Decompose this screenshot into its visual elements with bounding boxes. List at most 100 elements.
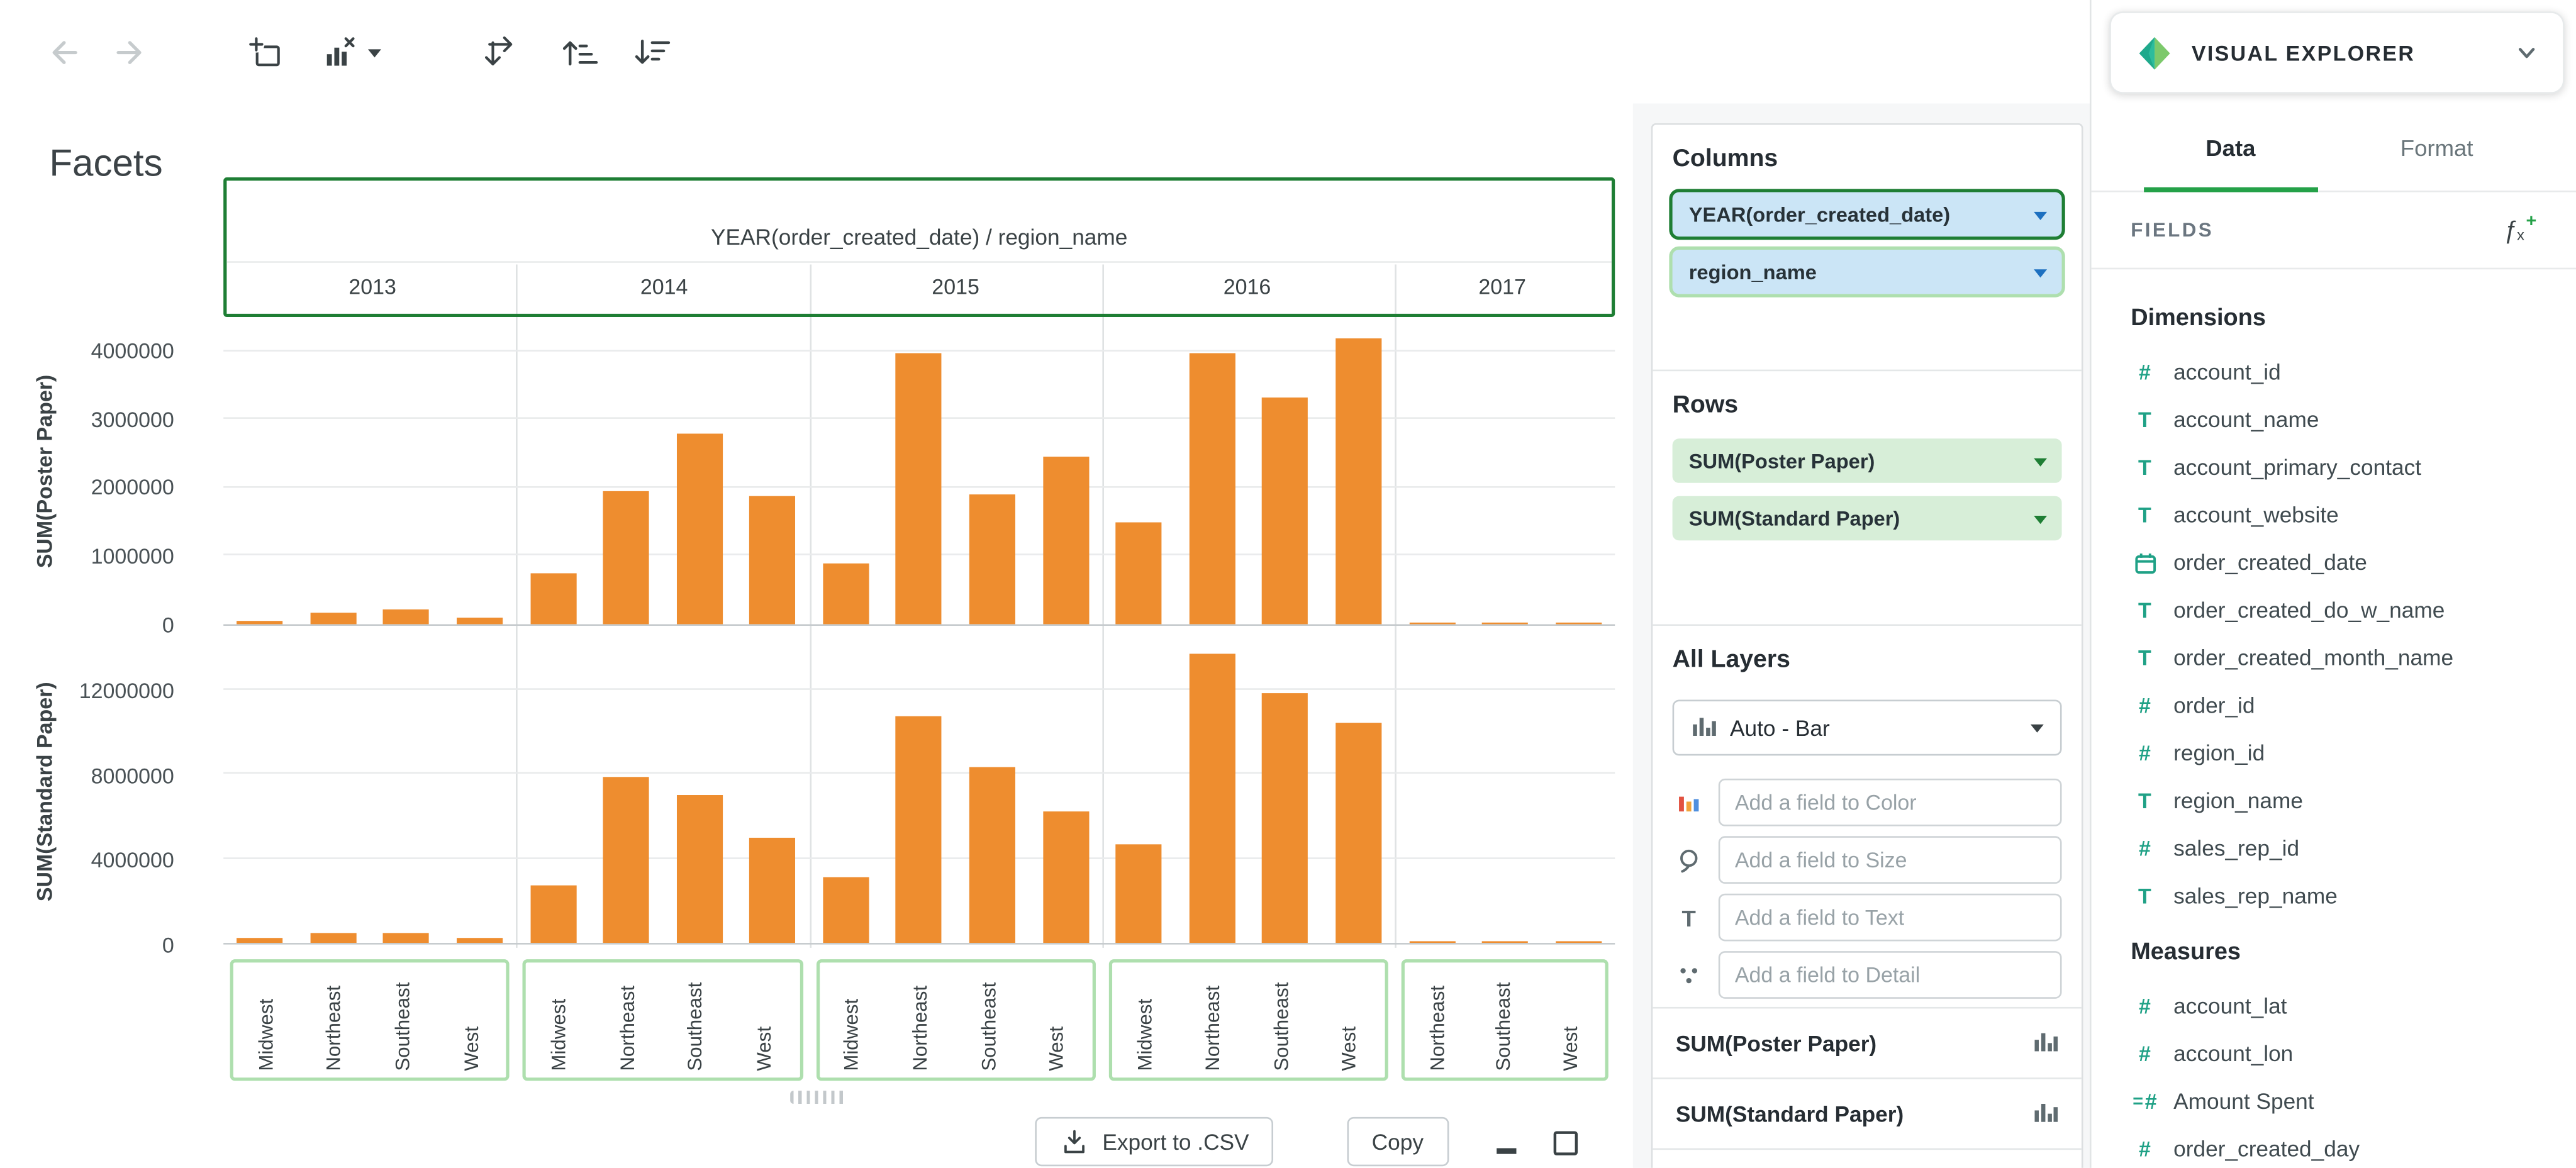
field-item[interactable]: order_created_date — [2092, 539, 2576, 587]
remove-visualization-button[interactable] — [312, 26, 386, 79]
category-header-box[interactable]: Midwest Northeast Southeast West — [230, 959, 510, 1081]
bar[interactable] — [530, 573, 576, 625]
tab-format[interactable]: Format — [2334, 104, 2540, 191]
bar[interactable] — [310, 611, 357, 625]
bar[interactable] — [1555, 623, 1602, 625]
copy-button[interactable]: Copy — [1347, 1116, 1449, 1167]
facet-header-title: YEAR(order_created_date) / region_name — [226, 181, 1612, 263]
bar[interactable] — [237, 938, 283, 943]
field-item[interactable]: Taccount_name — [2092, 396, 2576, 443]
bar[interactable] — [676, 795, 723, 943]
bar[interactable] — [1262, 397, 1308, 625]
bar[interactable] — [749, 496, 796, 625]
bar[interactable] — [823, 877, 869, 943]
bar[interactable] — [1115, 521, 1162, 625]
fields-header: FIELDS ƒ x + — [2091, 192, 2576, 270]
layer-field-sum-standard-paper[interactable]: SUM(Standard Paper) — [1653, 1077, 2082, 1148]
chevron-down-icon[interactable] — [2034, 457, 2048, 466]
bar[interactable] — [1262, 693, 1308, 943]
sort-ascending-button[interactable] — [552, 26, 605, 79]
bar[interactable] — [676, 433, 723, 625]
bar[interactable] — [823, 564, 869, 625]
bar[interactable] — [1408, 622, 1455, 625]
bar[interactable] — [896, 352, 942, 625]
bar[interactable] — [1481, 941, 1529, 943]
field-item[interactable]: # sales_rep_id — [2092, 825, 2576, 872]
facet-header[interactable]: YEAR(order_created_date) / region_name 2… — [223, 177, 1615, 318]
bar[interactable] — [1189, 352, 1235, 625]
row-pill-sum-poster-paper[interactable]: SUM(Poster Paper) — [1672, 438, 2062, 483]
bar[interactable] — [530, 886, 576, 943]
field-item[interactable]: # order_id — [2092, 682, 2576, 730]
undo-button[interactable] — [36, 26, 89, 79]
detail-drop-row: Add a field to Detail — [1673, 951, 2062, 999]
column-pill-year-order-created-date[interactable]: YEAR(order_created_date) — [1672, 192, 2062, 237]
field-item[interactable]: Taccount_website — [2092, 491, 2576, 539]
field-item[interactable]: # account_lon — [2092, 1030, 2576, 1077]
add-visualization-button[interactable] — [240, 26, 293, 79]
text-drop-target[interactable]: Add a field to Text — [1718, 893, 2062, 942]
bar[interactable] — [749, 837, 796, 943]
bar[interactable] — [603, 777, 650, 943]
bar[interactable] — [457, 618, 503, 625]
field-item[interactable]: = # Amount Spent — [2092, 1077, 2576, 1125]
sort-descending-button[interactable] — [624, 26, 677, 79]
color-drop-target[interactable]: Add a field to Color — [1718, 778, 2062, 826]
redo-button[interactable] — [105, 26, 158, 79]
add-calculated-field-icon[interactable]: ƒ x + — [2503, 211, 2536, 244]
bar[interactable] — [1335, 723, 1382, 943]
category-header-box[interactable]: Northeast Southeast West — [1402, 959, 1609, 1081]
facet-year-label[interactable]: 2013 — [226, 263, 518, 311]
swap-axes-button[interactable] — [473, 26, 526, 79]
bar[interactable] — [237, 620, 283, 625]
field-item[interactable]: Taccount_primary_contact — [2092, 443, 2576, 491]
tab-data[interactable]: Data — [2127, 104, 2334, 192]
category-header-box[interactable]: Midwest Northeast Southeast West — [523, 959, 803, 1081]
chevron-down-icon[interactable] — [2034, 211, 2048, 220]
category-header-box[interactable]: Midwest Northeast Southeast West — [1108, 959, 1389, 1081]
layer-field-sum-poster-paper[interactable]: SUM(Poster Paper) — [1653, 1006, 2082, 1077]
field-item[interactable]: Tsales_rep_name — [2092, 872, 2576, 920]
chevron-down-icon[interactable] — [2034, 514, 2048, 523]
bar[interactable] — [603, 491, 650, 625]
bar[interactable] — [1042, 457, 1089, 625]
maximize-button[interactable] — [1546, 1125, 1586, 1161]
bar[interactable] — [1335, 338, 1382, 625]
column-pill-region-name[interactable]: region_name — [1672, 249, 2062, 294]
field-item[interactable]: # account_lat — [2092, 982, 2576, 1030]
bar[interactable] — [1189, 654, 1235, 943]
field-item[interactable]: Torder_created_do_w_name — [2092, 586, 2576, 634]
bar[interactable] — [1555, 942, 1602, 943]
bar[interactable] — [1042, 811, 1089, 943]
facet-year-label[interactable]: 2017 — [1393, 263, 1612, 311]
facet-year-label[interactable]: 2015 — [810, 263, 1101, 311]
bar[interactable] — [457, 937, 503, 943]
bar[interactable] — [1481, 622, 1529, 625]
field-item[interactable]: Torder_created_month_name — [2092, 634, 2576, 682]
bar[interactable] — [896, 716, 942, 943]
facet-year-label[interactable]: 2016 — [1101, 263, 1393, 311]
bar[interactable] — [1408, 941, 1455, 943]
minimize-button[interactable] — [1486, 1125, 1526, 1161]
bar[interactable] — [969, 495, 1016, 625]
field-item[interactable]: # account_id — [2092, 348, 2576, 396]
facet-year-label[interactable]: 2014 — [518, 263, 810, 311]
category-header-box[interactable]: Midwest Northeast Southeast West — [815, 959, 1096, 1081]
bar[interactable] — [969, 767, 1016, 943]
field-item[interactable]: # region_id — [2092, 730, 2576, 777]
size-drop-target[interactable]: Add a field to Size — [1718, 836, 2062, 884]
resize-handle[interactable] — [790, 1091, 846, 1104]
bar[interactable] — [1115, 843, 1162, 943]
bar[interactable] — [383, 609, 430, 625]
visual-explorer-menu[interactable]: VISUAL EXPLORER — [2109, 11, 2565, 94]
chevron-down-icon[interactable] — [2034, 268, 2048, 277]
field-item[interactable]: Tregion_name — [2092, 777, 2576, 825]
forward-arrow-icon — [116, 41, 142, 64]
detail-drop-target[interactable]: Add a field to Detail — [1718, 951, 2062, 999]
bar[interactable] — [383, 933, 430, 943]
export-csv-button[interactable]: Export to .CSV — [1035, 1116, 1274, 1167]
mark-type-select[interactable]: Auto - Bar — [1672, 699, 2062, 756]
row-pill-sum-standard-paper[interactable]: SUM(Standard Paper) — [1672, 496, 2062, 541]
field-item[interactable]: # order_created_day — [2092, 1125, 2576, 1168]
bar[interactable] — [310, 932, 357, 943]
